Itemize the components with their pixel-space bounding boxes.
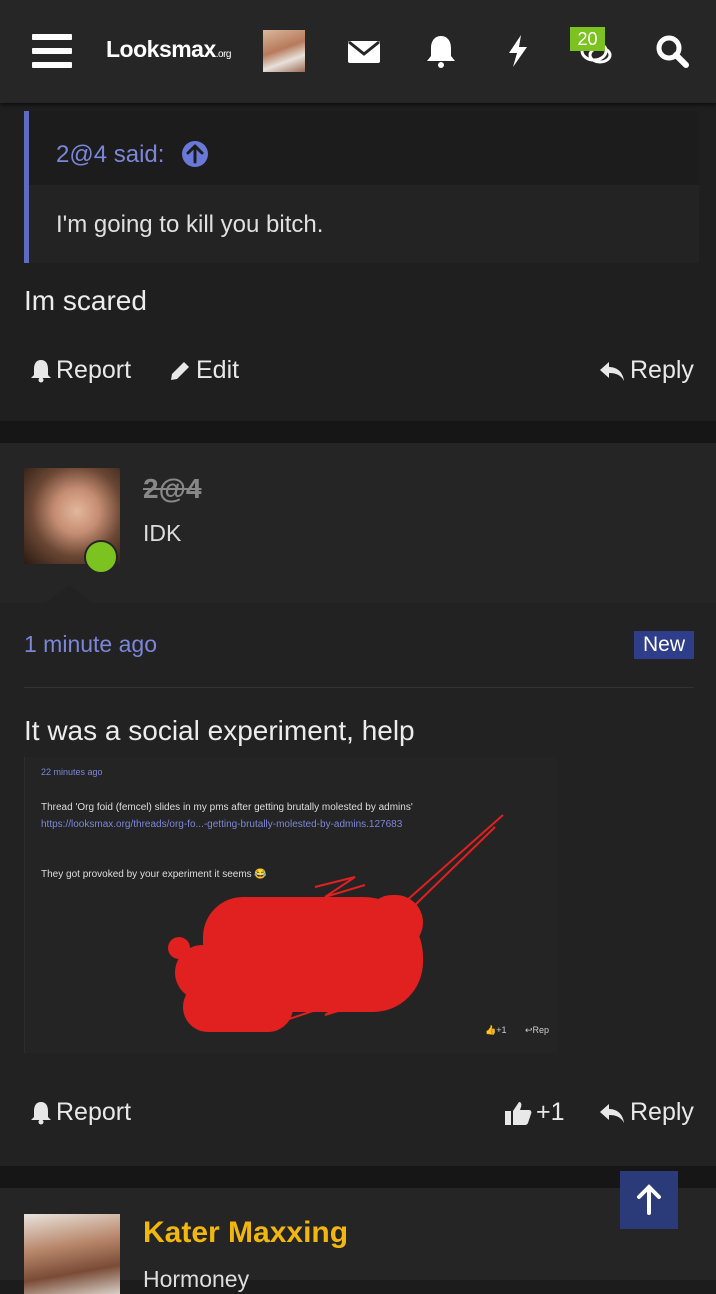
reply-arrow-icon bbox=[600, 1103, 624, 1123]
report-button[interactable]: Report bbox=[30, 1098, 131, 1127]
post-reply: 2@4 said: I'm going to kill you bitch. I… bbox=[0, 103, 716, 421]
divider bbox=[24, 687, 694, 688]
quote-text: I'm going to kill you bitch. bbox=[56, 211, 324, 238]
user-bar-pointer bbox=[45, 585, 93, 603]
post-timestamp[interactable]: 1 minute ago bbox=[24, 631, 157, 658]
report-label: Report bbox=[56, 356, 132, 384]
screenshot-reply: ↩Rep bbox=[525, 1025, 550, 1035]
new-badge: New bbox=[634, 631, 694, 659]
online-indicator bbox=[84, 540, 118, 574]
quote-block: 2@4 said: I'm going to kill you bitch. bbox=[24, 111, 699, 263]
reply-label: Reply bbox=[630, 356, 694, 384]
reply-arrow-icon bbox=[600, 361, 624, 381]
redaction-blob bbox=[183, 982, 293, 1032]
scroll-to-top-button[interactable] bbox=[620, 1171, 678, 1229]
redaction-blob bbox=[365, 895, 423, 950]
edit-label: Edit bbox=[196, 356, 240, 384]
post-separator bbox=[0, 1166, 716, 1188]
hamburger-menu-icon[interactable] bbox=[32, 34, 72, 68]
post-message: Im scared bbox=[24, 285, 147, 316]
account-avatar[interactable] bbox=[263, 30, 305, 72]
bell-icon[interactable] bbox=[423, 33, 459, 69]
post-next: Kater Maxxing Hormoney bbox=[0, 1188, 716, 1294]
reply-button[interactable]: Reply bbox=[598, 1098, 694, 1127]
quote-author-link[interactable]: 2@4 said: bbox=[56, 141, 164, 169]
post-message: It was a social experiment, help bbox=[24, 715, 415, 746]
bell-icon bbox=[31, 1101, 51, 1124]
username[interactable]: 2@4 bbox=[143, 473, 201, 505]
site-logo[interactable]: Looksmax.org bbox=[106, 36, 232, 63]
reply-button[interactable]: Reply bbox=[598, 356, 694, 385]
reply-label: Reply bbox=[630, 1098, 694, 1126]
mail-icon[interactable] bbox=[346, 33, 382, 69]
bell-icon bbox=[31, 359, 51, 382]
top-nav-bar: Looksmax.org 20 bbox=[0, 0, 716, 103]
search-icon[interactable] bbox=[654, 33, 690, 69]
arrow-up-icon[interactable] bbox=[182, 141, 208, 167]
redaction-blob bbox=[168, 937, 190, 959]
report-button[interactable]: Report bbox=[30, 356, 131, 385]
edit-button[interactable]: Edit bbox=[168, 356, 239, 385]
like-button[interactable]: +1 bbox=[504, 1098, 565, 1127]
post-separator bbox=[0, 421, 716, 443]
username[interactable]: Kater Maxxing bbox=[143, 1216, 348, 1250]
like-count: +1 bbox=[536, 1098, 565, 1126]
alerts-count-badge: 20 bbox=[570, 27, 605, 51]
screenshot-like: 👍+1 bbox=[485, 1025, 507, 1035]
user-bar: 2@4 IDK bbox=[0, 443, 716, 603]
user-title: IDK bbox=[143, 520, 182, 546]
user-avatar[interactable] bbox=[24, 1214, 120, 1294]
thumbs-up-icon bbox=[505, 1101, 532, 1125]
report-label: Report bbox=[56, 1098, 132, 1126]
pencil-icon bbox=[171, 361, 189, 380]
post-main: 2@4 IDK 1 minute ago New It was a social… bbox=[0, 443, 716, 1166]
lightning-icon[interactable] bbox=[500, 33, 536, 69]
attached-screenshot[interactable]: 22 minutes ago Thread 'Org foid (femcel)… bbox=[24, 757, 557, 1053]
